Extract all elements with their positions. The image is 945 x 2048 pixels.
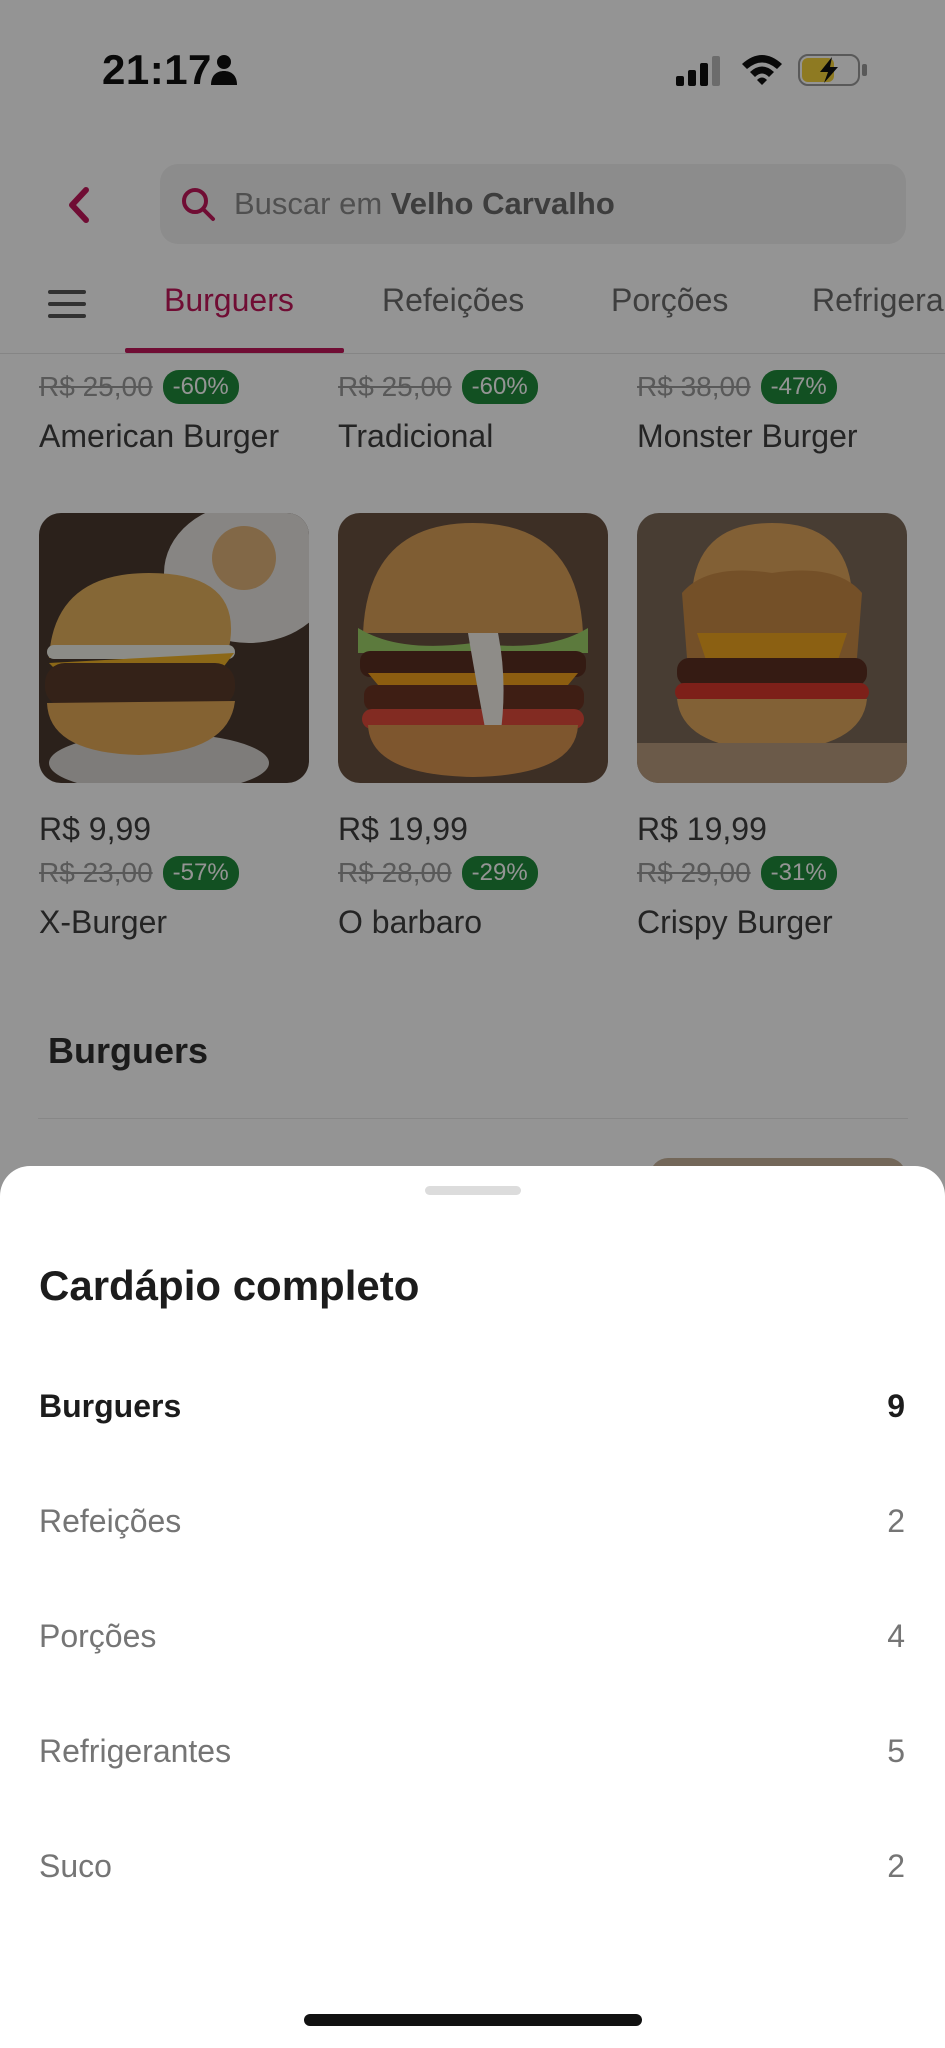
category-item-suco[interactable]: Suco 2 — [39, 1836, 905, 1896]
category-count: 9 — [887, 1387, 905, 1424]
category-count: 4 — [887, 1617, 905, 1654]
sheet-grabber-handle[interactable] — [425, 1186, 521, 1195]
menu-bottom-sheet: Cardápio completo Burguers 9 Refeições 2… — [0, 1166, 945, 2048]
category-label: Refeições — [39, 1502, 182, 1539]
sheet-title: Cardápio completo — [39, 1262, 420, 1309]
category-item-burguers[interactable]: Burguers 9 — [39, 1376, 905, 1436]
home-indicator[interactable] — [304, 2014, 642, 2026]
category-count: 5 — [887, 1732, 905, 1769]
category-item-refeicoes[interactable]: Refeições 2 — [39, 1491, 905, 1551]
category-item-refrigerantes[interactable]: Refrigerantes 5 — [39, 1721, 905, 1781]
category-label: Porções — [39, 1617, 157, 1654]
category-item-porcoes[interactable]: Porções 4 — [39, 1606, 905, 1666]
category-count: 2 — [887, 1847, 905, 1884]
category-count: 2 — [887, 1502, 905, 1539]
category-label: Burguers — [39, 1387, 182, 1424]
category-label: Suco — [39, 1847, 112, 1884]
category-label: Refrigerantes — [39, 1732, 232, 1769]
